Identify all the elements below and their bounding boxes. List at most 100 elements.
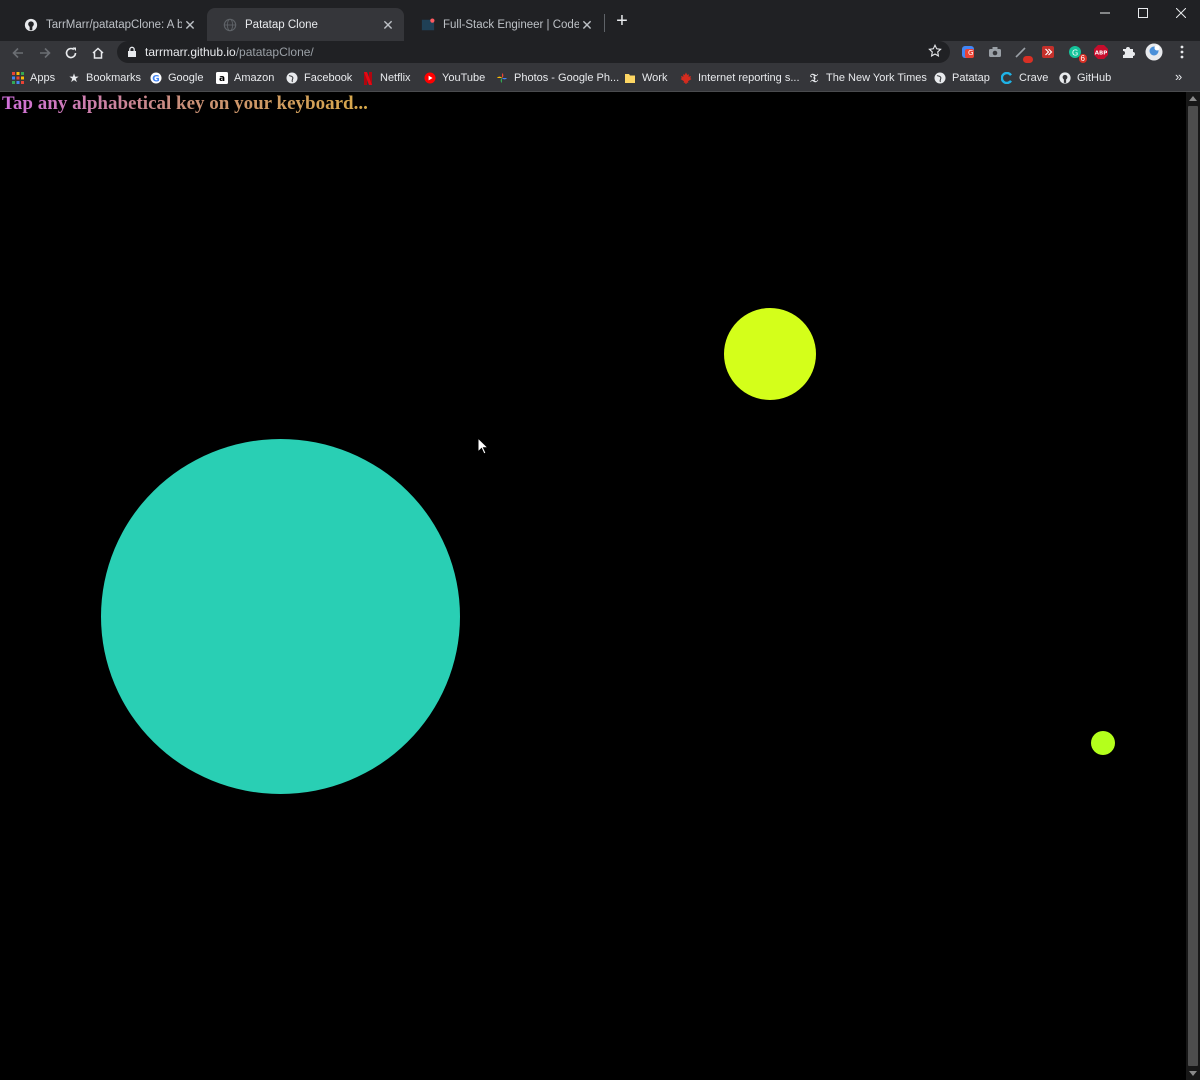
scroll-down-arrow-icon[interactable] xyxy=(1189,1071,1197,1076)
apps-grid-icon xyxy=(12,72,24,84)
bookmark-label: Facebook xyxy=(304,72,353,84)
scrollbar-thumb[interactable] xyxy=(1188,106,1198,1066)
adblock-plus-extension[interactable]: ABP xyxy=(1092,43,1110,61)
bookmark-label: GitHub xyxy=(1077,72,1112,84)
bookmark-facebook[interactable]: Facebook xyxy=(286,70,352,86)
github-icon xyxy=(1059,72,1071,84)
folder-icon xyxy=(624,72,636,84)
bookmark-nyt[interactable]: 𝔗 The New York Times xyxy=(808,70,927,86)
bookmark-label: YouTube xyxy=(442,72,486,84)
minimize-button[interactable] xyxy=(1086,0,1124,26)
google-translate-icon: G xyxy=(962,46,974,58)
star-icon: ★ xyxy=(68,71,80,85)
tab-codecademy[interactable]: Full-Stack Engineer | Codecademy ✕ xyxy=(405,8,603,41)
address-bar[interactable]: tarrmarr.github.io/patatapClone/ xyxy=(117,41,950,63)
youtube-icon xyxy=(424,72,436,84)
new-tab-button[interactable]: + xyxy=(612,11,632,31)
amazon-icon: a xyxy=(216,72,228,84)
bookmark-label: The New York Times xyxy=(826,72,927,84)
profile-button[interactable] xyxy=(1145,43,1163,61)
bookmarks-overflow-chevron-icon[interactable]: » xyxy=(1175,69,1182,84)
bookmark-crave[interactable]: Crave xyxy=(1001,70,1048,86)
tab-strip: TarrMarr/patatapClone: A basic clone of … xyxy=(0,0,1200,41)
url-host: tarrmarr.github.io xyxy=(145,45,236,59)
adblock-plus-icon: ABP xyxy=(1094,45,1108,59)
browser-menu-button[interactable] xyxy=(1173,43,1191,61)
globe-icon xyxy=(286,72,298,84)
globe-icon xyxy=(934,72,946,84)
bookmark-label: Amazon xyxy=(234,72,275,84)
tab-separator xyxy=(604,14,605,32)
close-tab-icon[interactable]: ✕ xyxy=(182,17,198,33)
github-icon xyxy=(24,18,38,31)
home-icon xyxy=(92,47,104,59)
profile-avatar-icon xyxy=(1145,43,1163,61)
maple-leaf-icon xyxy=(680,72,692,84)
reload-button[interactable] xyxy=(61,43,81,63)
youtube-extension[interactable] xyxy=(1039,43,1057,61)
close-icon xyxy=(1176,8,1186,18)
vertical-scrollbar[interactable] xyxy=(1186,92,1200,1080)
url-path: /patatapClone/ xyxy=(235,45,314,59)
bookmark-label: Bookmarks xyxy=(86,72,142,84)
svg-text:G: G xyxy=(1072,49,1078,58)
close-tab-icon[interactable]: ✕ xyxy=(380,17,396,33)
abp-label: ABP xyxy=(1095,51,1107,57)
svg-text:G: G xyxy=(968,49,973,57)
maximize-icon xyxy=(1138,8,1148,18)
home-button[interactable] xyxy=(88,43,108,63)
bookmark-label: Patatap xyxy=(952,72,990,84)
bookmark-internet-reporting[interactable]: Internet reporting s... xyxy=(680,70,800,86)
yellow-circle xyxy=(724,308,816,400)
globe-icon xyxy=(223,18,237,31)
grammarly-extension[interactable]: G 6 xyxy=(1066,43,1087,63)
lime-circle xyxy=(1091,731,1115,755)
youtube-ext-icon xyxy=(1042,46,1054,58)
forward-arrow-icon xyxy=(40,47,51,59)
page-heading: Tap any alphabetical key on your keyboar… xyxy=(2,93,368,114)
extension-badge xyxy=(1023,56,1033,63)
bookmark-folder-work[interactable]: Work xyxy=(624,70,667,86)
page-canvas[interactable]: Tap any alphabetical key on your keyboar… xyxy=(0,92,1186,1080)
mouse-pointer-icon xyxy=(477,437,489,455)
bookmark-bookmarks[interactable]: ★ Bookmarks xyxy=(68,70,141,86)
bookmark-label: Google xyxy=(168,72,204,84)
google-icon: G xyxy=(150,72,162,84)
svg-text:G: G xyxy=(152,74,159,84)
tab-patatap-clone[interactable]: Patatap Clone ✕ xyxy=(207,8,404,41)
bookmark-amazon[interactable]: a Amazon xyxy=(216,70,274,86)
back-button[interactable] xyxy=(8,43,28,63)
kebab-menu-icon xyxy=(1180,45,1184,59)
bookmark-star-icon[interactable] xyxy=(928,44,942,58)
eyedropper-extension[interactable] xyxy=(1012,43,1033,63)
bookmark-youtube[interactable]: YouTube xyxy=(424,70,485,86)
maximize-button[interactable] xyxy=(1124,0,1162,26)
back-arrow-icon xyxy=(12,47,23,59)
bookmark-google-photos[interactable]: Photos - Google Ph... xyxy=(496,70,619,86)
tab-github-repo[interactable]: TarrMarr/patatapClone: A basic clone of … xyxy=(8,8,206,41)
bookmark-label: Internet reporting s... xyxy=(698,72,800,84)
bookmark-patatap[interactable]: Patatap xyxy=(934,70,990,86)
bookmark-google[interactable]: G Google xyxy=(150,70,203,86)
close-window-button[interactable] xyxy=(1162,0,1200,26)
bookmark-label: Apps xyxy=(30,72,56,84)
netflix-icon xyxy=(362,71,374,85)
extensions-menu-button[interactable] xyxy=(1119,43,1137,61)
reload-icon xyxy=(65,47,77,59)
bookmark-label: Crave xyxy=(1019,72,1049,84)
extension-badge: 6 xyxy=(1078,54,1087,63)
minimize-icon xyxy=(1100,12,1110,14)
bookmark-label: Photos - Google Ph... xyxy=(514,72,620,84)
puzzle-icon xyxy=(1123,47,1135,58)
bookmark-netflix[interactable]: Netflix xyxy=(362,70,411,86)
bookmark-apps[interactable]: Apps xyxy=(12,70,55,86)
screenshot-icon xyxy=(989,47,1001,57)
google-translate-extension[interactable]: G xyxy=(959,43,977,61)
lock-icon xyxy=(128,46,136,57)
scroll-up-arrow-icon[interactable] xyxy=(1189,96,1197,101)
close-tab-icon[interactable]: ✕ xyxy=(579,17,595,33)
screenshot-extension[interactable] xyxy=(986,43,1004,61)
bookmark-github[interactable]: GitHub xyxy=(1059,70,1111,86)
forward-button[interactable] xyxy=(35,43,55,63)
google-photos-icon xyxy=(496,72,508,84)
